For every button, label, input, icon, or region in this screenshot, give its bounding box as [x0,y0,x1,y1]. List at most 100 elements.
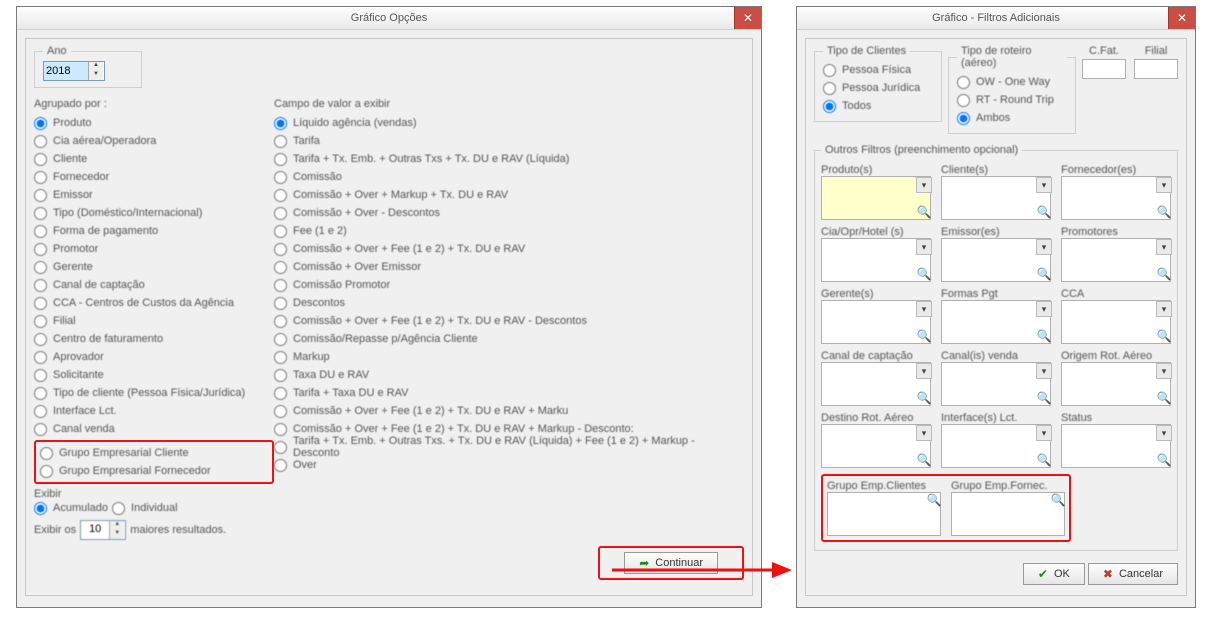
filter-input[interactable]: ▾🔍 [821,362,931,406]
search-add-icon[interactable]: 🔍 [917,267,932,281]
exibir-n-input[interactable] [81,521,109,537]
radio-option[interactable]: Produto [34,114,274,132]
ano-spinner[interactable]: ▲ ▼ [43,61,105,81]
spinner-buttons[interactable]: ▲ ▼ [88,62,103,80]
radio-option[interactable]: Comissão/Repasse p/Agência Cliente [274,330,744,348]
picker-icon[interactable]: ▾ [916,239,932,255]
radio-option[interactable]: Líquido agência (vendas) [274,114,744,132]
radio-option[interactable]: Comissão + Over - Descontos [274,204,744,222]
search-add-icon[interactable]: 🔍 [1037,391,1052,405]
filter-input[interactable]: ▾🔍 [1061,362,1171,406]
radio-option[interactable]: Forma de pagamento [34,222,274,240]
radio-option[interactable]: Centro de faturamento [34,330,274,348]
filter-input[interactable]: ▾🔍 [821,300,931,344]
chevron-down-icon[interactable]: ▼ [110,530,124,539]
radio-option[interactable]: Comissão + Over + Fee (1 e 2) + Tx. DU e… [274,240,744,258]
radio-option[interactable]: Comissão Promotor [274,276,744,294]
picker-icon[interactable]: ▾ [916,425,932,441]
radio-option[interactable]: Canal venda [34,420,274,438]
radio-option[interactable]: Cia aérea/Operadora [34,132,274,150]
exibir-n-spinner[interactable]: ▲ ▼ [80,520,126,540]
radio-option[interactable]: Cliente [34,150,274,168]
filter-input[interactable]: ▾🔍 [1061,424,1171,468]
picker-icon[interactable]: ▾ [1036,239,1052,255]
picker-icon[interactable]: ▾ [1156,177,1172,193]
radio-option[interactable]: Descontos [274,294,744,312]
input-grupo-emp-fornec[interactable]: 🔍 [951,492,1065,536]
radio-ow[interactable]: OW - One Way [957,73,1067,91]
radio-acumulado[interactable]: Acumulado [34,500,108,516]
radio-pj[interactable]: Pessoa Jurídica [823,79,933,97]
radio-option[interactable]: Tarifa [274,132,744,150]
search-add-icon[interactable]: 🔍 [1037,205,1052,219]
radio-option[interactable]: Comissão + Over + Markup + Tx. DU e RAV [274,186,744,204]
filter-input[interactable]: ▾🔍 [821,424,931,468]
search-add-icon[interactable]: 🔍 [917,329,932,343]
search-add-icon[interactable]: 🔍 [1037,453,1052,467]
ok-button[interactable]: ✔ OK [1023,563,1085,585]
radio-option[interactable]: Comissão [274,168,744,186]
search-add-icon[interactable]: 🔍 [1051,493,1066,507]
radio-option[interactable]: Fornecedor [34,168,274,186]
radio-option[interactable]: Emissor [34,186,274,204]
search-add-icon[interactable]: 🔍 [1157,329,1172,343]
radio-option[interactable]: Grupo Empresarial Cliente [40,444,268,462]
radio-option[interactable]: Canal de captação [34,276,274,294]
search-add-icon[interactable]: 🔍 [1037,329,1052,343]
filial-input[interactable] [1134,59,1178,79]
radio-rt[interactable]: RT - Round Trip [957,91,1067,109]
cancel-button[interactable]: ✖ Cancelar [1088,563,1178,585]
radio-option[interactable]: Over [274,456,744,474]
radio-option[interactable]: CCA - Centros de Custos da Agência [34,294,274,312]
radio-option[interactable]: Tarifa + Taxa DU e RAV [274,384,744,402]
radio-option[interactable]: Filial [34,312,274,330]
radio-option[interactable]: Fee (1 e 2) [274,222,744,240]
picker-icon[interactable]: ▾ [1156,301,1172,317]
picker-icon[interactable]: ▾ [1036,425,1052,441]
radio-option[interactable]: Grupo Empresarial Fornecedor [40,462,268,480]
picker-icon[interactable]: ▾ [1156,239,1172,255]
chevron-down-icon[interactable]: ▼ [89,71,103,80]
chevron-up-icon[interactable]: ▲ [89,62,103,71]
close-icon[interactable]: ✕ [734,7,761,29]
search-add-icon[interactable]: 🔍 [917,453,932,467]
ano-input[interactable] [44,62,88,80]
filter-input[interactable]: ▾🔍 [821,238,931,282]
radio-option[interactable]: Solicitante [34,366,274,384]
radio-option[interactable]: Tarifa + Tx. Emb. + Outras Txs + Tx. DU … [274,150,744,168]
radio-individual[interactable]: Individual [112,500,177,516]
picker-icon[interactable]: ▾ [1156,363,1172,379]
filter-input[interactable]: ▾🔍 [941,424,1051,468]
picker-icon[interactable]: ▾ [916,363,932,379]
search-add-icon[interactable]: 🔍 [917,205,932,219]
filter-input[interactable]: ▾🔍 [941,362,1051,406]
search-add-icon[interactable]: 🔍 [1157,391,1172,405]
picker-icon[interactable]: ▾ [916,301,932,317]
filter-input[interactable]: ▾🔍 [941,176,1051,220]
picker-icon[interactable]: ▾ [916,177,932,193]
radio-option[interactable]: Tarifa + Tx. Emb. + Outras Txs. + Tx. DU… [274,438,744,456]
filter-input[interactable]: ▾🔍 [941,300,1051,344]
filter-input[interactable]: ▾🔍 [941,238,1051,282]
radio-option[interactable]: Comissão + Over + Fee (1 e 2) + Tx. DU e… [274,402,744,420]
search-add-icon[interactable]: 🔍 [1157,453,1172,467]
radio-option[interactable]: Promotor [34,240,274,258]
search-add-icon[interactable]: 🔍 [917,391,932,405]
picker-icon[interactable]: ▾ [1036,301,1052,317]
search-add-icon[interactable]: 🔍 [1157,205,1172,219]
radio-pf[interactable]: Pessoa Física [823,61,933,79]
filter-input[interactable]: ▾🔍 [1061,176,1171,220]
input-grupo-emp-clientes[interactable]: 🔍 [827,492,941,536]
continuar-button[interactable]: ➦ Continuar [624,552,718,574]
chevron-up-icon[interactable]: ▲ [110,521,124,530]
radio-option[interactable]: Comissão + Over + Fee (1 e 2) + Tx. DU e… [274,312,744,330]
radio-option[interactable]: Markup [274,348,744,366]
radio-option[interactable]: Comissão + Over Emissor [274,258,744,276]
radio-option[interactable]: Tipo de cliente (Pessoa Física/Jurídica) [34,384,274,402]
filter-input[interactable]: ▾🔍 [1061,238,1171,282]
radio-todos[interactable]: Todos [823,97,933,115]
filter-input[interactable]: ▾🔍 [1061,300,1171,344]
cfat-input[interactable] [1082,59,1126,79]
radio-option[interactable]: Aprovador [34,348,274,366]
spinner-buttons-2[interactable]: ▲ ▼ [109,521,124,539]
